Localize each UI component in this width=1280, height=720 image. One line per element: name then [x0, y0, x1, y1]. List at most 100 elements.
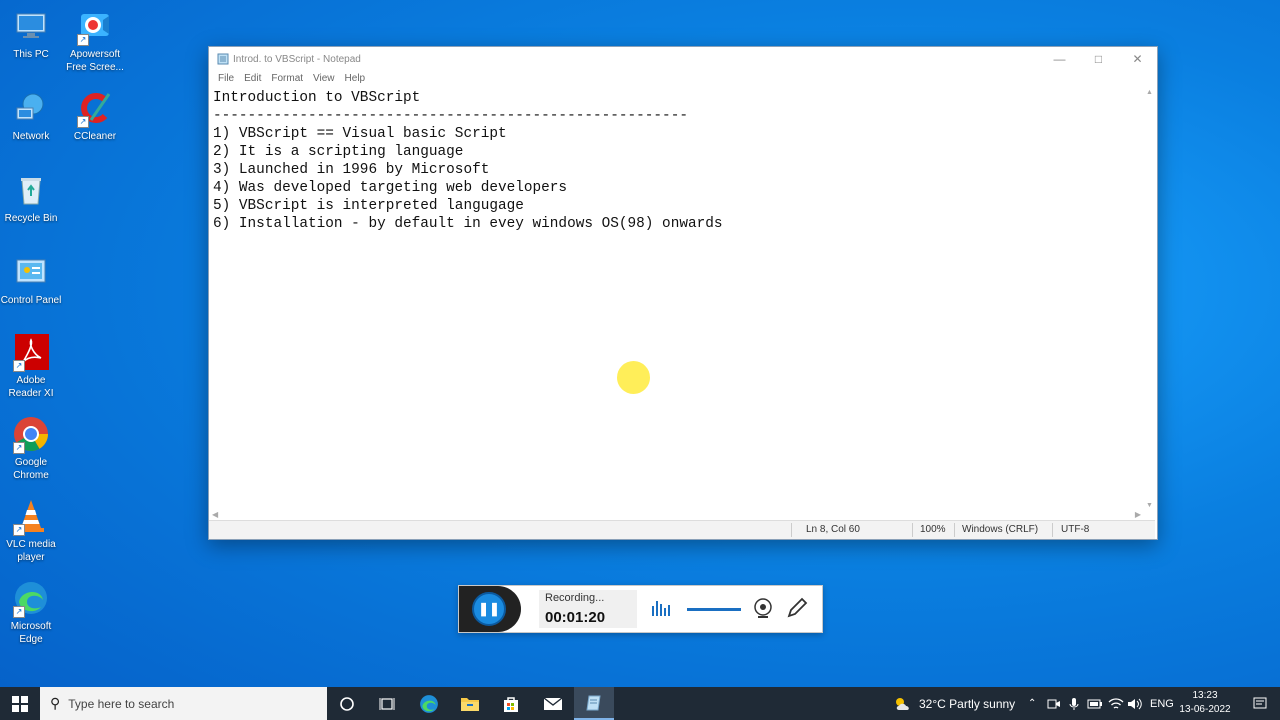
scroll-up-icon[interactable]: ▲ — [1146, 89, 1153, 96]
audio-level-icon[interactable] — [649, 596, 673, 620]
search-icon: ⚲ — [50, 695, 61, 711]
clock-date: 13-06-2022 — [1179, 704, 1231, 715]
apowersoft-recorder-icon: ↗ — [77, 8, 113, 46]
input-language[interactable]: ENG — [1150, 687, 1174, 720]
edge-icon — [420, 694, 438, 713]
maximize-button[interactable]: □ — [1079, 47, 1118, 71]
document-text[interactable]: Introduction to VBScript ---------------… — [209, 87, 1143, 235]
recording-toolbar: ❚❚ Recording... 00:01:20 — [458, 585, 823, 633]
menu-bar: File Edit Format View Help — [209, 71, 1157, 87]
desktop-icon-this-pc[interactable]: This PC — [0, 8, 62, 61]
mail-icon — [543, 696, 563, 710]
status-bar: Ln 8, Col 60 100% Windows (CRLF) UTF-8 — [209, 520, 1155, 539]
notification-icon — [1253, 697, 1267, 708]
pause-button[interactable]: ❚❚ — [472, 592, 506, 626]
weather-widget[interactable]: 32°C Partly sunny — [893, 687, 1015, 720]
vlc-cone-icon: ↗ — [13, 498, 49, 536]
desktop-icon-label: VLC media player — [6, 539, 56, 563]
adobe-reader-icon: ↗ — [13, 334, 49, 372]
menu-file[interactable]: File — [213, 71, 239, 87]
taskbar-edge[interactable] — [409, 687, 449, 720]
shortcut-arrow-icon: ↗ — [13, 360, 25, 372]
battery-icon[interactable] — [1087, 687, 1103, 720]
notepad-icon — [586, 695, 601, 710]
computer-icon — [13, 8, 49, 44]
desktop-icon-label: Control Panel — [0, 295, 62, 306]
desktop-icon-label: CCleaner — [73, 131, 117, 142]
desktop-icon-vlc[interactable]: ↗ VLC media player — [0, 498, 62, 564]
notepad-window[interactable]: Introd. to VBScript - Notepad — □ ✕ File… — [208, 46, 1158, 540]
taskbar-file-explorer[interactable] — [450, 687, 490, 720]
shortcut-arrow-icon: ↗ — [13, 442, 25, 454]
shortcut-arrow-icon: ↗ — [77, 34, 89, 46]
encoding: UTF-8 — [1061, 524, 1090, 535]
network-globe-icon — [13, 90, 49, 126]
volume-slider[interactable] — [687, 608, 741, 611]
recording-status: Recording... — [545, 592, 605, 604]
menu-help[interactable]: Help — [340, 71, 371, 87]
partly-sunny-icon — [896, 697, 909, 710]
vertical-scrollbar[interactable]: ▲ ▼ — [1143, 87, 1157, 511]
zoom-level: 100% — [920, 524, 946, 535]
control-panel-icon — [13, 254, 49, 290]
webcam-icon[interactable] — [751, 596, 775, 620]
close-button[interactable]: ✕ — [1118, 47, 1157, 71]
scroll-down-icon[interactable]: ▼ — [1146, 502, 1153, 509]
minimize-button[interactable]: — — [1040, 47, 1079, 71]
search-placeholder: Type here to search — [68, 696, 175, 711]
meet-now-icon[interactable] — [1047, 687, 1061, 720]
window-title: Introd. to VBScript - Notepad — [233, 53, 361, 65]
pen-annotate-icon[interactable] — [785, 596, 809, 620]
taskbar-clock[interactable]: 13:23 13-06-2022 — [1174, 689, 1236, 717]
desktop-icon-google-chrome[interactable]: ↗ Google Chrome — [0, 416, 62, 482]
desktop-icon-ccleaner[interactable]: ↗ CCleaner — [64, 90, 126, 143]
desktop-icon-network[interactable]: Network — [0, 90, 62, 143]
desktop-icon-label: This PC — [13, 49, 49, 60]
cortana-button[interactable] — [327, 687, 367, 720]
windows-logo-icon — [12, 695, 28, 712]
chrome-icon: ↗ — [13, 416, 49, 454]
recording-info: Recording... 00:01:20 — [539, 590, 637, 628]
title-bar[interactable]: Introd. to VBScript - Notepad — □ ✕ — [209, 47, 1157, 71]
desktop-icon-label: Apowersoft Free Scree... — [66, 49, 124, 73]
desktop-icon-adobe-reader[interactable]: ↗ Adobe Reader XI — [0, 334, 62, 400]
weather-text: 32°C Partly sunny — [919, 696, 1016, 711]
show-hidden-icons[interactable]: ⌃ — [1028, 687, 1036, 720]
menu-format[interactable]: Format — [266, 71, 308, 87]
taskbar-notepad[interactable] — [574, 687, 614, 720]
recording-timer: 00:01:20 — [545, 609, 606, 626]
desktop-icon-recycle-bin[interactable]: Recycle Bin — [0, 172, 62, 225]
action-center-button[interactable] — [1240, 687, 1280, 720]
recycle-bin-icon — [13, 172, 49, 208]
start-button[interactable] — [0, 687, 40, 720]
taskbar-search-box[interactable]: ⚲ Type here to search — [40, 687, 327, 720]
desktop-icon-label: Google Chrome — [13, 457, 49, 481]
desktop-icon-microsoft-edge[interactable]: ↗ Microsoft Edge — [0, 580, 62, 646]
desktop-icon-label: Adobe Reader XI — [8, 375, 54, 399]
task-view-button[interactable] — [367, 687, 407, 720]
desktop-icon-control-panel[interactable]: Control Panel — [0, 254, 62, 307]
task-view-icon — [379, 697, 395, 710]
edge-icon: ↗ — [13, 580, 49, 618]
menu-edit[interactable]: Edit — [239, 71, 266, 87]
shortcut-arrow-icon: ↗ — [13, 524, 25, 536]
folder-icon — [461, 697, 479, 711]
menu-view[interactable]: View — [308, 71, 340, 87]
shortcut-arrow-icon: ↗ — [13, 606, 25, 618]
desktop-icon-apowersoft[interactable]: ↗ Apowersoft Free Scree... — [64, 8, 126, 74]
microphone-icon[interactable] — [1069, 687, 1079, 720]
cursor-position: Ln 8, Col 60 — [806, 524, 860, 535]
notepad-icon — [217, 53, 229, 65]
taskbar-store[interactable] — [491, 687, 531, 720]
volume-icon[interactable] — [1127, 687, 1143, 720]
taskbar-mail[interactable] — [533, 687, 573, 720]
desktop-icon-label: Microsoft Edge — [10, 621, 52, 645]
desktop-icon-label: Network — [12, 131, 50, 142]
scroll-left-icon[interactable]: ◀ — [212, 510, 218, 519]
text-editor-area[interactable]: Introduction to VBScript ---------------… — [209, 87, 1143, 511]
ccleaner-icon: ↗ — [77, 90, 113, 128]
line-ending: Windows (CRLF) — [962, 524, 1039, 535]
scroll-right-icon[interactable]: ▶ — [1135, 510, 1141, 519]
wifi-icon[interactable] — [1108, 687, 1124, 720]
taskbar: ⚲ Type here to search 32°C Partly sunny … — [0, 687, 1280, 720]
